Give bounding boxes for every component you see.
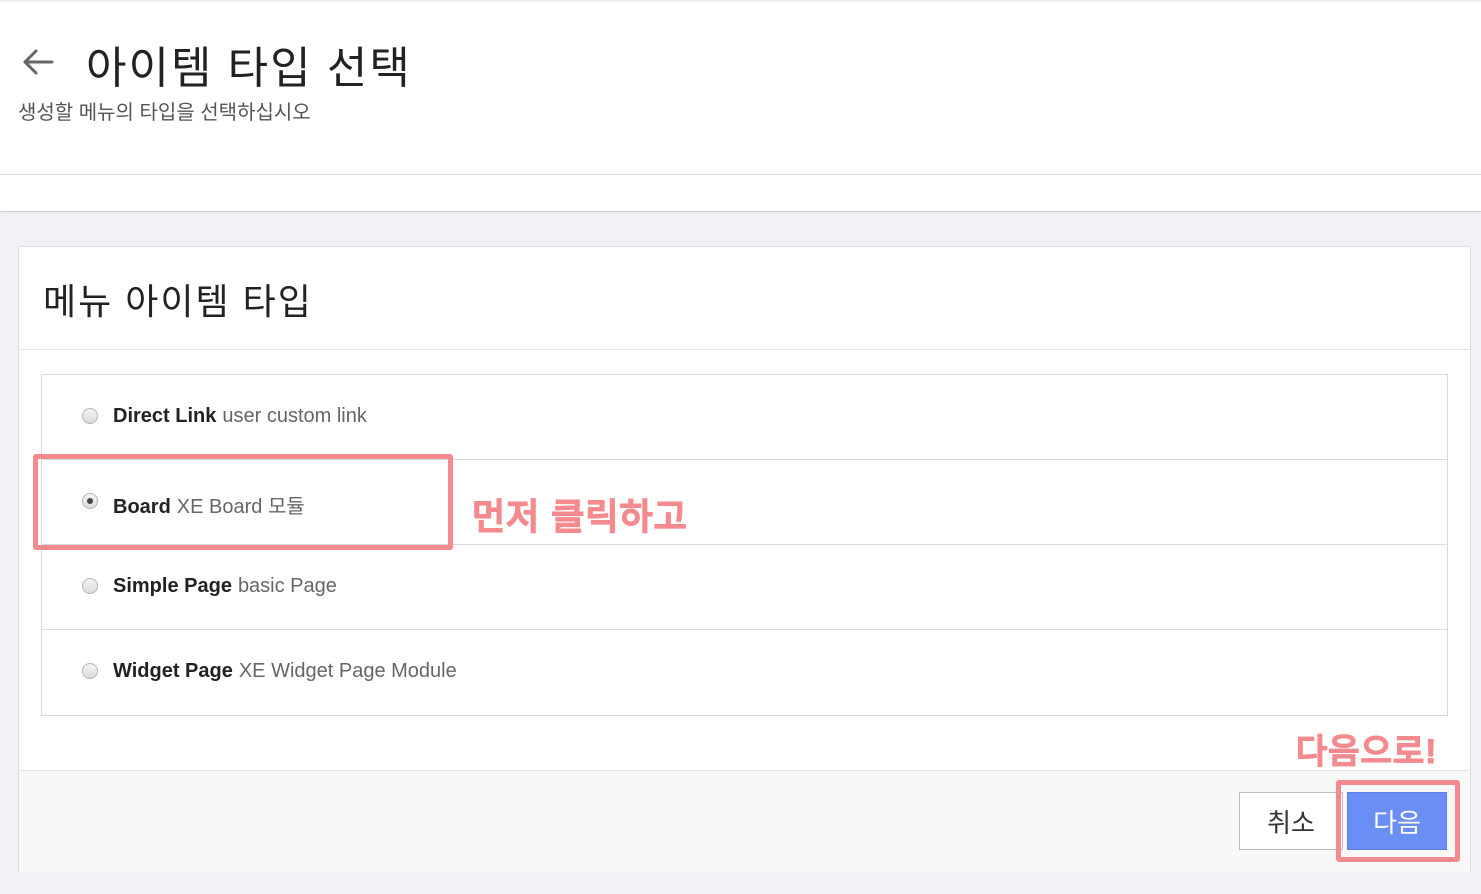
page-subtitle: 생성할 메뉴의 타입을 선택하십시오: [18, 102, 311, 124]
radio-button[interactable]: [82, 663, 98, 679]
type-option-label: Direct Link user custom link: [113, 405, 367, 428]
type-name: Direct Link: [113, 405, 217, 427]
type-name: Simple Page: [113, 575, 232, 597]
type-name: Widget Page: [113, 660, 233, 682]
panel-title: 메뉴 아이템 타입: [43, 281, 313, 322]
type-option-direct-link[interactable]: Direct Link user custom link: [42, 375, 1447, 460]
type-option-label: Widget Page XE Widget Page Module: [113, 660, 457, 683]
back-arrow-icon[interactable]: [18, 42, 58, 82]
cancel-button[interactable]: 취소: [1239, 792, 1343, 850]
type-option-simple-page[interactable]: Simple Page basic Page: [42, 545, 1447, 630]
menu-item-type-panel: 메뉴 아이템 타입 Direct Link user custom link Bo…: [18, 246, 1471, 872]
annotation-click-first: 먼저 클릭하고: [472, 496, 688, 538]
type-option-label: Simple Page basic Page: [113, 575, 337, 598]
type-description: basic Page: [237, 575, 337, 597]
header-subbar: [0, 174, 1481, 212]
radio-button[interactable]: [82, 578, 98, 594]
annotation-highlight-next: [1336, 780, 1460, 862]
page-title: 아이템 타입 선택: [86, 44, 412, 93]
page-header: 아이템 타입 선택 생성할 메뉴의 타입을 선택하십시오: [0, 0, 1481, 174]
type-option-widget-page[interactable]: Widget Page XE Widget Page Module: [42, 630, 1447, 715]
panel-divider: [19, 349, 1470, 350]
type-description: XE Widget Page Module: [238, 660, 457, 682]
radio-button[interactable]: [82, 408, 98, 424]
annotation-next-step: 다음으로!: [1295, 733, 1438, 772]
annotation-highlight-board: [33, 454, 453, 550]
panel-footer: 취소 다음: [19, 770, 1470, 872]
type-description: user custom link: [222, 405, 367, 427]
